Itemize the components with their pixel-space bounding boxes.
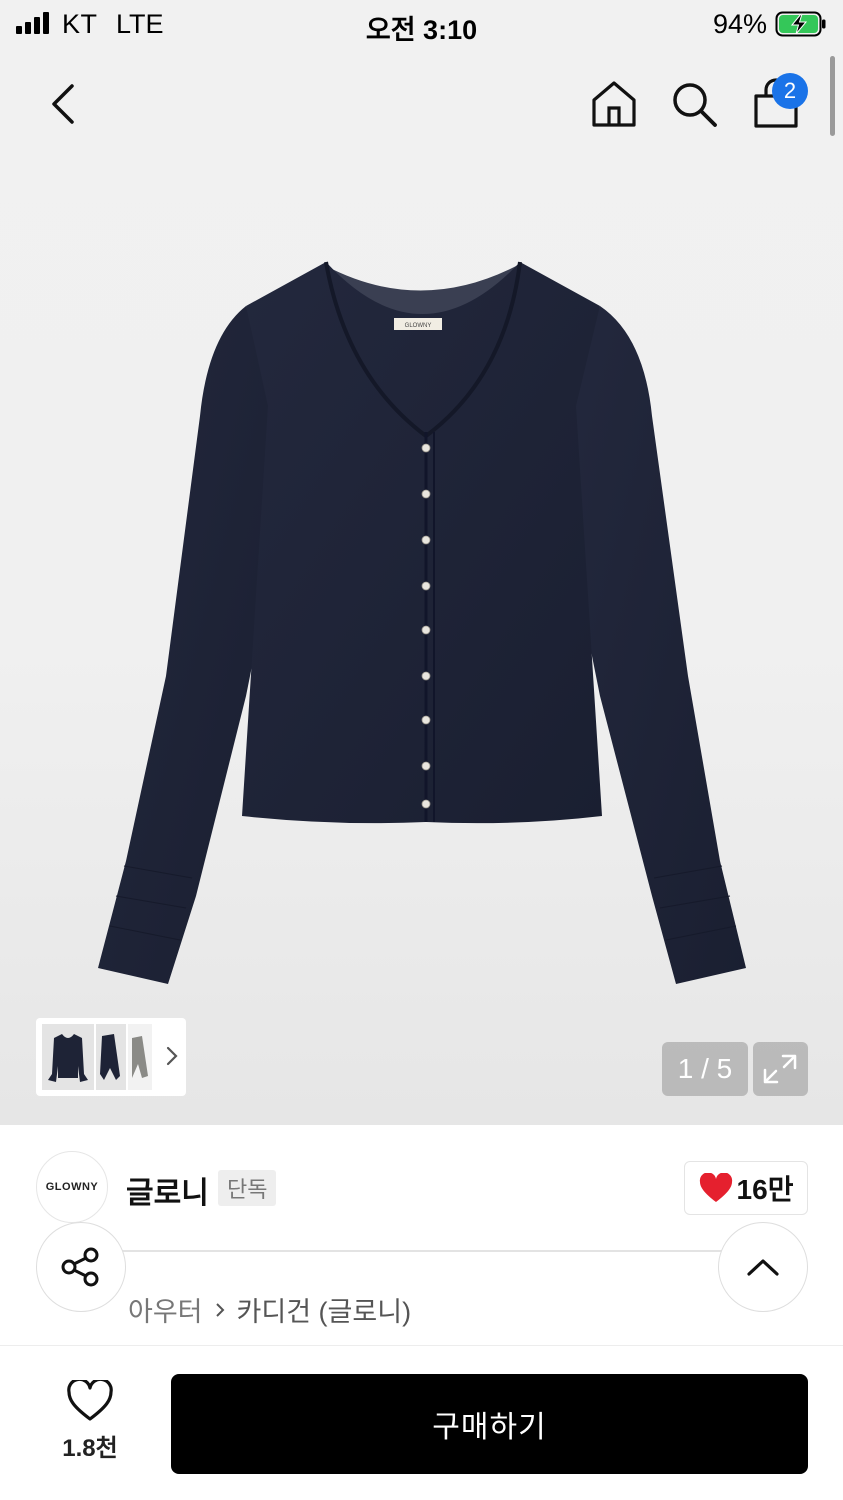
wishlist-button[interactable]: 1.8천 xyxy=(36,1380,144,1470)
status-bar: KT LTE 오전 3:10 94% xyxy=(0,0,843,48)
image-pager: 1 / 5 xyxy=(662,1042,748,1096)
brand-name[interactable]: 글로니 xyxy=(126,1168,209,1212)
thumbnail-2[interactable] xyxy=(96,1024,126,1090)
breadcrumb: 아우터 카디건 (글로니) xyxy=(36,1290,411,1329)
share-icon xyxy=(61,1247,99,1287)
garment-label-text: GLOWNY xyxy=(405,323,432,329)
chevron-up-icon xyxy=(747,1259,779,1276)
expand-icon xyxy=(763,1054,797,1084)
thumbnail-1[interactable] xyxy=(42,1024,94,1090)
search-icon[interactable] xyxy=(668,78,720,130)
section-separator xyxy=(0,1345,843,1346)
brand-like-button[interactable]: 16만 xyxy=(684,1161,808,1215)
home-icon[interactable] xyxy=(588,78,640,130)
back-icon[interactable] xyxy=(44,80,84,128)
chevron-right-icon xyxy=(215,1302,224,1317)
cart-count-badge: 2 xyxy=(772,73,808,109)
heart-filled-icon xyxy=(699,1173,732,1202)
thumbnail-3[interactable] xyxy=(128,1024,152,1090)
divider xyxy=(120,1250,724,1252)
product-image: GLOWNY xyxy=(98,261,746,984)
thumbnail-strip[interactable] xyxy=(36,1018,186,1096)
expand-button[interactable] xyxy=(753,1042,808,1096)
battery-percent: 94% xyxy=(712,9,767,39)
chevron-right-icon[interactable] xyxy=(162,1042,182,1070)
heart-outline-icon xyxy=(67,1380,113,1421)
battery-charging-icon xyxy=(775,11,826,37)
wishlist-count: 1.8천 xyxy=(62,1435,118,1462)
scroll-indicator xyxy=(830,56,835,136)
scroll-top-button[interactable] xyxy=(718,1222,808,1312)
brand-logo[interactable]: GLOWNY xyxy=(36,1151,108,1223)
breadcrumb-category[interactable]: 아우터 xyxy=(128,1290,203,1329)
product-detail-screen: KT LTE 오전 3:10 94% 2 GLOWNY 1 / 5 GLOWNY… xyxy=(0,0,843,1500)
buy-button[interactable]: 구매하기 xyxy=(171,1374,808,1474)
brand-like-count: 16만 xyxy=(736,1174,794,1205)
breadcrumb-subcategory[interactable]: 카디건 (글로니) xyxy=(237,1290,412,1329)
exclusive-badge: 단독 xyxy=(218,1170,277,1206)
